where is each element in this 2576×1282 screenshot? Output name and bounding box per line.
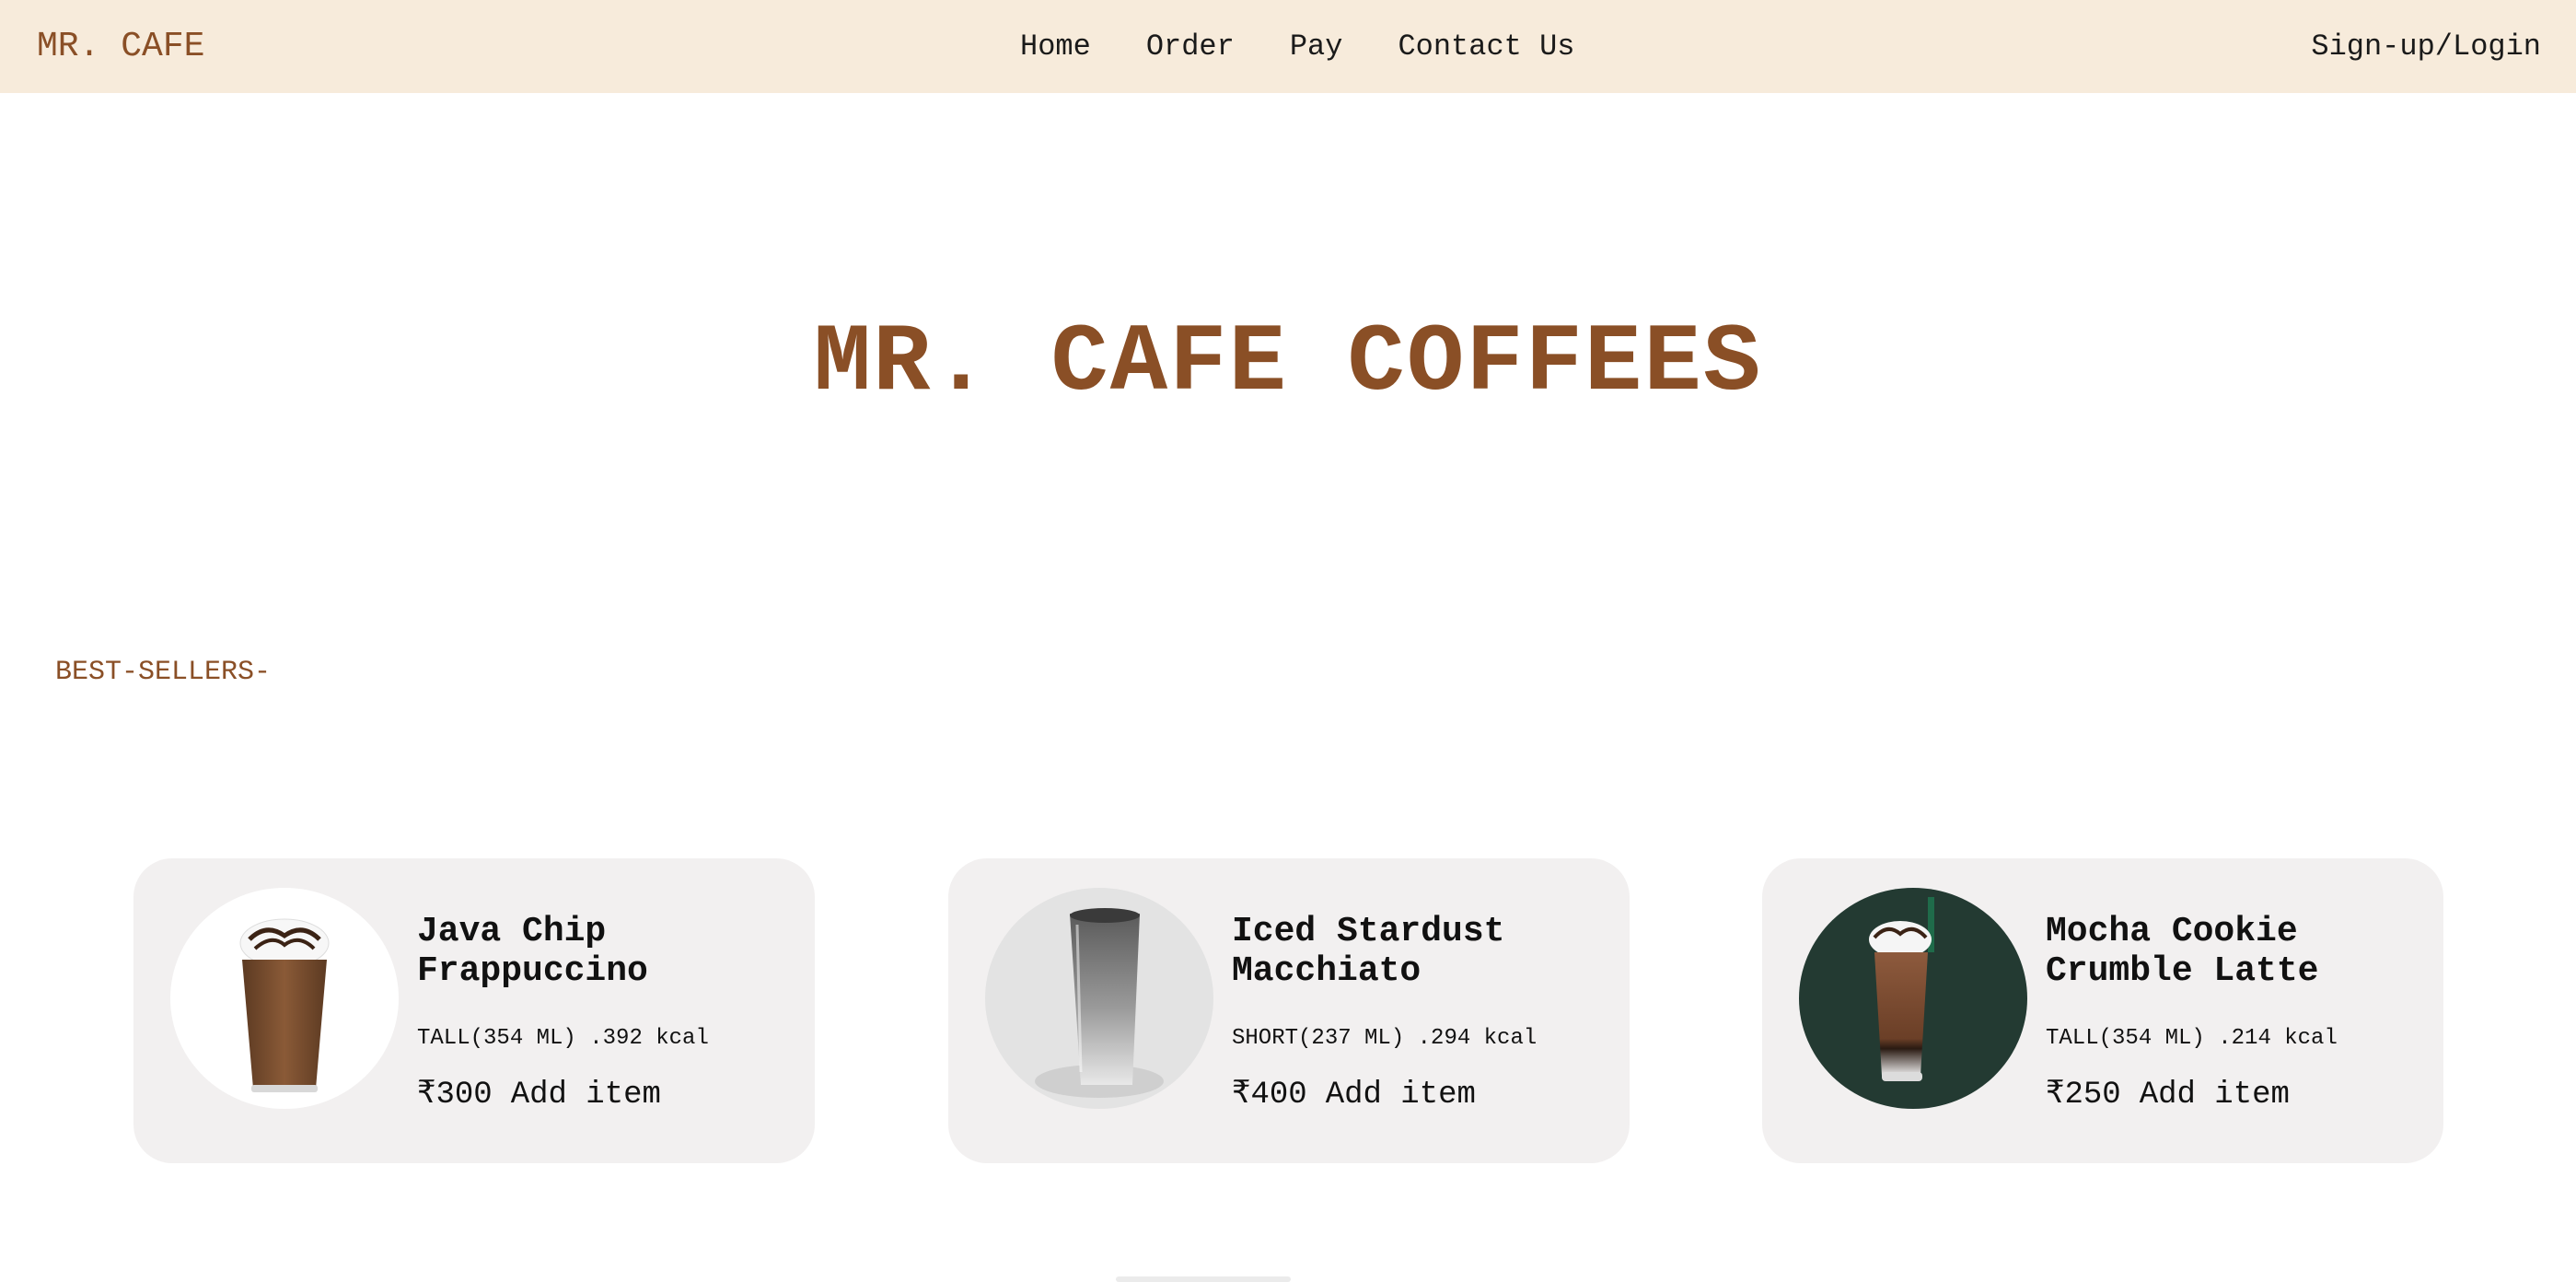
nav-links: Home Order Pay Contact Us (1020, 26, 1574, 68)
price-row: ₹300 Add item (417, 1077, 661, 1113)
product-card-mocha-cookie: Mocha Cookie Crumble Latte TALL(354 ML) … (1762, 858, 2443, 1163)
product-price: ₹400 (1232, 1078, 1307, 1113)
brand-logo[interactable]: MR. CAFE (37, 26, 204, 68)
product-kcal: .294 kcal (1417, 1026, 1537, 1051)
product-info: TALL(354 ML) .392 kcal (417, 1025, 709, 1053)
nav-link-contact-us[interactable]: Contact Us (1398, 26, 1574, 68)
product-kcal: .214 kcal (2218, 1026, 2338, 1051)
product-size: SHORT(237 ML) (1232, 1026, 1405, 1051)
add-item-button[interactable]: Add item (2140, 1077, 2290, 1113)
hero-title: MR. CAFE COFFEES (813, 309, 1763, 418)
product-price: ₹250 (2046, 1078, 2121, 1113)
product-size: TALL(354 ML) (417, 1026, 576, 1051)
product-name: Mocha Cookie Crumble Latte (2046, 912, 2319, 991)
price-row: ₹250 Add item (2046, 1077, 2290, 1113)
mocha-cookie-crumble-latte-image (1799, 888, 2027, 1109)
product-name: Java Chip Frappuccino (417, 912, 648, 991)
product-info: TALL(354 ML) .214 kcal (2046, 1025, 2338, 1053)
product-info: SHORT(237 ML) .294 kcal (1232, 1025, 1537, 1053)
product-kcal: .392 kcal (589, 1026, 709, 1051)
next-section-edge (1116, 1276, 1291, 1282)
best-sellers-heading: BEST-SELLERS- (55, 657, 272, 688)
java-chip-frappuccino-image (170, 888, 399, 1109)
product-size: TALL(354 ML) (2046, 1026, 2205, 1051)
nav-link-order[interactable]: Order (1146, 26, 1235, 68)
product-price: ₹300 (417, 1078, 493, 1113)
add-item-button[interactable]: Add item (1326, 1077, 1476, 1113)
nav-link-home[interactable]: Home (1020, 26, 1091, 68)
navbar: MR. CAFE Home Order Pay Contact Us Sign-… (0, 0, 2576, 93)
signup-login-link[interactable]: Sign-up/Login (2311, 26, 2541, 68)
price-row: ₹400 Add item (1232, 1077, 1476, 1113)
iced-stardust-macchiato-image (985, 888, 1213, 1109)
product-name: Iced Stardust Macchiato (1232, 912, 1505, 991)
nav-link-pay[interactable]: Pay (1290, 26, 1343, 68)
product-card-java-chip: Java Chip Frappuccino TALL(354 ML) .392 … (133, 858, 815, 1163)
add-item-button[interactable]: Add item (511, 1077, 661, 1113)
product-card-iced-stardust: Iced Stardust Macchiato SHORT(237 ML) .2… (948, 858, 1630, 1163)
